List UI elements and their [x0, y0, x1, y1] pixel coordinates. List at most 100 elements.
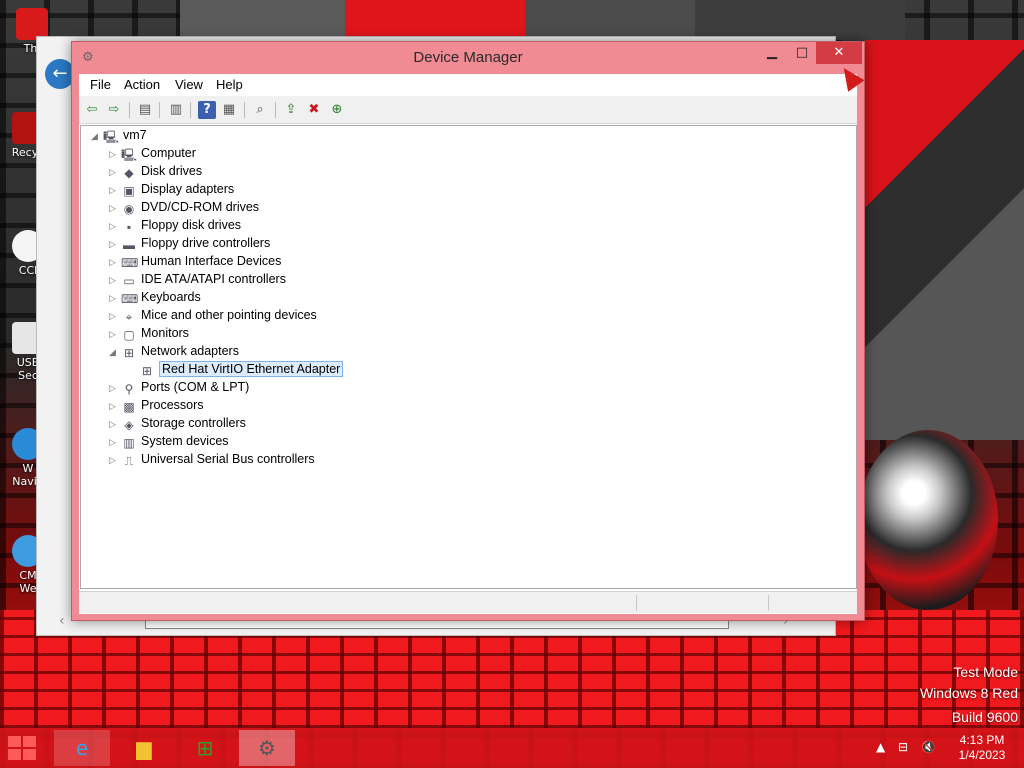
tree-category-label: Computer — [141, 146, 196, 160]
tree-category[interactable]: ▷ ◉ DVD/CD-ROM drives — [109, 198, 259, 216]
tree-root[interactable]: ◢ 🖳 vm7 — [91, 126, 147, 144]
network-icon[interactable]: ⊟ — [898, 740, 908, 754]
window-client: File Action View Help ⇦ ⇨ ▤ ▥ ? ▦ ⌕ ⇪ ✖ … — [79, 74, 857, 614]
title-bar[interactable]: ⚙ Device Manager ▁ □ ✕ — [72, 42, 864, 74]
tree-category[interactable]: ▷ ⌨ Keyboards — [109, 288, 201, 306]
desktop-wallpaper-block — [180, 0, 345, 40]
tree-category-label: Disk drives — [141, 164, 203, 178]
menu-help[interactable]: Help — [216, 77, 243, 92]
clock-date: 1/4/2023 — [958, 748, 1006, 762]
expand-arrow-icon[interactable]: ▷ — [109, 181, 121, 199]
uninstall-device-icon[interactable]: ✖ — [305, 101, 323, 119]
tree-category[interactable]: ▷ ▥ System devices — [109, 432, 229, 450]
tree-category[interactable]: ▷ ▭ IDE ATA/ATAPI controllers — [109, 270, 286, 288]
device-category-icon: ▢ — [123, 328, 135, 342]
tree-category-label: Network adapters — [141, 344, 239, 358]
expand-arrow-icon[interactable]: ▷ — [109, 199, 121, 217]
clock[interactable]: 4:13 PM 1/4/2023 — [944, 733, 1020, 763]
toolbar: ⇦ ⇨ ▤ ▥ ? ▦ ⌕ ⇪ ✖ ⊕ — [79, 96, 857, 124]
minimize-button[interactable]: ▁ — [758, 42, 786, 64]
menu-view[interactable]: View — [175, 77, 203, 92]
enable-device-icon[interactable]: ⊕ — [328, 101, 346, 119]
computer-icon: 🖳 — [103, 130, 120, 144]
properties-icon[interactable]: ▥ — [167, 101, 185, 119]
device-category-icon: ⌨ — [121, 292, 139, 306]
toolbar-separator — [129, 102, 130, 118]
maximize-button[interactable]: □ — [788, 42, 816, 64]
tree-category[interactable]: ▷ ▣ Display adapters — [109, 180, 234, 198]
tree-device-label: Red Hat VirtIO Ethernet Adapter — [159, 361, 344, 377]
expand-arrow-icon[interactable]: ▷ — [109, 433, 121, 451]
taskbar-device-manager[interactable]: ⚙ — [239, 730, 295, 766]
collapse-arrow-icon[interactable]: ◢ — [109, 343, 121, 361]
taskbar-file-explorer[interactable]: ▆ — [116, 730, 172, 766]
expand-arrow-icon[interactable]: ▷ — [109, 379, 121, 397]
expand-arrow-icon[interactable]: ▷ — [109, 235, 121, 253]
tree-category[interactable]: ▷ ⎍ Universal Serial Bus controllers — [109, 450, 315, 468]
expand-arrow-icon[interactable]: ▷ — [109, 307, 121, 325]
forward-icon[interactable]: ⇨ — [105, 101, 123, 119]
toolbar-separator — [159, 102, 160, 118]
tree-category[interactable]: ▷ 🖳 Computer — [109, 144, 196, 162]
volume-muted-icon[interactable]: 🔇 — [921, 740, 936, 754]
device-category-icon: ▣ — [123, 184, 135, 198]
device-category-icon: ◆ — [124, 166, 134, 180]
tree-category[interactable]: ▷ ▬ Floppy drive controllers — [109, 234, 270, 252]
tree-category[interactable]: ▷ ◈ Storage controllers — [109, 414, 246, 432]
menu-bar: File Action View Help — [79, 74, 857, 96]
update-driver-icon[interactable]: ⇪ — [282, 101, 300, 119]
tree-category[interactable]: ▷ ⌖ Mice and other pointing devices — [109, 306, 317, 324]
tree-category[interactable]: ▷ ⚲ Ports (COM & LPT) — [109, 378, 249, 396]
tree-category-label: Floppy disk drives — [141, 218, 242, 232]
menu-action[interactable]: Action — [124, 77, 160, 92]
action-pane-icon[interactable]: ▦ — [220, 101, 238, 119]
desktop-wallpaper-block — [345, 0, 525, 40]
tree-category-label: IDE ATA/ATAPI controllers — [141, 272, 286, 286]
device-category-icon: ◈ — [124, 418, 134, 432]
collapse-arrow-icon[interactable]: ◢ — [91, 127, 103, 145]
status-bar — [79, 591, 857, 613]
scroll-left-icon[interactable]: ‹ — [59, 613, 65, 629]
expand-arrow-icon[interactable]: ▷ — [109, 253, 121, 271]
device-category-icon: ⌨ — [121, 256, 139, 270]
tree-category-label: Processors — [141, 398, 204, 412]
taskbar-internet-explorer[interactable]: e — [54, 730, 110, 766]
close-button[interactable]: ✕ — [816, 42, 862, 64]
show-hide-console-tree-icon[interactable]: ▤ — [136, 101, 154, 119]
taskbar-store[interactable]: ⊞ — [177, 730, 233, 766]
window-title: Device Manager — [413, 49, 523, 66]
tree-category-label: System devices — [141, 434, 229, 448]
expand-arrow-icon[interactable]: ▷ — [109, 397, 121, 415]
clock-time: 4:13 PM — [959, 733, 1005, 747]
expand-arrow-icon[interactable]: ▷ — [109, 271, 121, 289]
expand-arrow-icon[interactable]: ▷ — [109, 415, 121, 433]
expand-arrow-icon[interactable]: ▷ — [109, 289, 121, 307]
expand-arrow-icon[interactable]: ▷ — [109, 325, 121, 343]
back-icon[interactable]: ⇦ — [83, 101, 101, 119]
device-category-icon: ▩ — [123, 400, 135, 414]
tree-category[interactable]: ▷ ▩ Processors — [109, 396, 204, 414]
expand-arrow-icon[interactable]: ▷ — [109, 451, 121, 469]
desktop-wallpaper-block — [525, 0, 695, 40]
build-watermark: Build 9600 — [951, 709, 1018, 725]
expand-arrow-icon[interactable]: ▷ — [109, 217, 121, 235]
tree-category-label: DVD/CD-ROM drives — [141, 200, 260, 214]
device-category-icon: ⎍ — [124, 454, 134, 468]
tree-category[interactable]: ▷ ⌨ Human Interface Devices — [109, 252, 281, 270]
menu-file[interactable]: File — [90, 77, 111, 92]
tree-category-label: Display adapters — [141, 182, 235, 196]
help-icon[interactable]: ? — [198, 101, 216, 119]
tree-category[interactable]: ▷ ◆ Disk drives — [109, 162, 202, 180]
tree-category[interactable]: ◢ ⊞ Network adapters — [109, 342, 239, 360]
scan-hardware-icon[interactable]: ⌕ — [251, 101, 269, 119]
tree-category[interactable]: ▷ ▢ Monitors — [109, 324, 189, 342]
tree-category[interactable]: ▷ ▪ Floppy disk drives — [109, 216, 241, 234]
tree-device[interactable]: ⊞ Red Hat VirtIO Ethernet Adapter — [139, 360, 344, 378]
toolbar-separator — [190, 102, 191, 118]
device-tree[interactable]: ◢ 🖳 vm7 ▷ 🖳 Computer ▷ ◆ Disk drives ▷ ▣ Display a… — [80, 125, 857, 589]
expand-arrow-icon[interactable]: ▷ — [109, 145, 121, 163]
show-hidden-icons-icon[interactable]: ▲ — [876, 740, 885, 754]
expand-arrow-icon[interactable]: ▷ — [109, 163, 121, 181]
device-manager-window[interactable]: ⚙ Device Manager ▁ □ ✕ File Action View … — [71, 41, 865, 621]
start-button[interactable] — [8, 736, 38, 760]
